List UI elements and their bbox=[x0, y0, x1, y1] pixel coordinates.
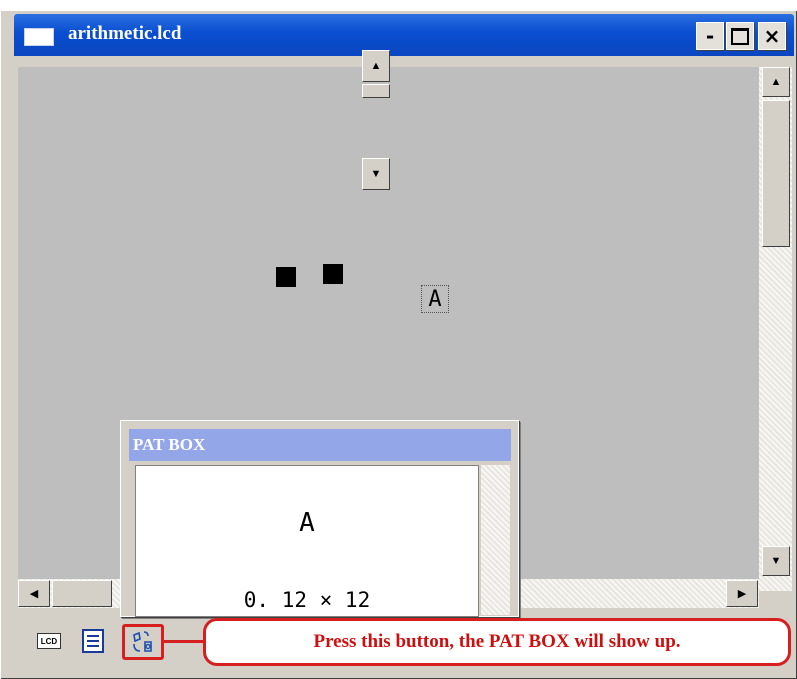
pattern-size-label: 0. 12 × 12 bbox=[243, 588, 371, 612]
pat-box-title[interactable]: PAT BOX bbox=[129, 429, 511, 461]
pat-box-scrollbar[interactable] bbox=[481, 465, 510, 615]
maximize-button[interactable] bbox=[726, 22, 754, 50]
horizontal-scroll-thumb[interactable] bbox=[52, 580, 112, 607]
bottom-toolbar: LCD Press this button, the PAT BOX will … bbox=[18, 612, 794, 676]
scroll-left-icon: ◀ bbox=[29, 588, 39, 600]
pattern-glyph[interactable]: A bbox=[136, 508, 478, 538]
scroll-up-icon: ▲ bbox=[770, 76, 782, 88]
pattern-icon bbox=[133, 631, 152, 652]
scroll-down-button[interactable]: ▼ bbox=[762, 546, 790, 576]
title-bar[interactable]: arithmetic.lcd - × bbox=[14, 14, 794, 56]
lcd-icon: LCD bbox=[37, 633, 61, 649]
pat-box-panel: PAT BOX A 0. 12 × 12 bbox=[120, 420, 519, 617]
pat-box-content[interactable]: A 0. 12 × 12 bbox=[135, 465, 479, 617]
close-button[interactable]: × bbox=[758, 22, 786, 50]
list-view-button[interactable] bbox=[80, 628, 106, 654]
pat-scroll-thumb[interactable] bbox=[362, 84, 390, 98]
minimize-button[interactable]: - bbox=[696, 22, 724, 50]
scroll-up-button[interactable]: ▲ bbox=[762, 67, 790, 97]
scroll-down-icon: ▼ bbox=[770, 555, 782, 567]
selected-glyph[interactable]: A bbox=[421, 285, 449, 313]
maximize-icon bbox=[731, 27, 749, 45]
lcd-view-button[interactable]: LCD bbox=[36, 628, 62, 654]
window-icon bbox=[24, 28, 54, 46]
close-icon: × bbox=[763, 24, 781, 48]
scroll-left-button[interactable]: ◀ bbox=[18, 580, 50, 607]
scroll-right-button[interactable]: ▶ bbox=[726, 580, 758, 607]
pixel-block[interactable] bbox=[276, 267, 296, 287]
pixel-block[interactable] bbox=[323, 264, 343, 284]
minimize-icon: - bbox=[705, 24, 715, 48]
callout-connector bbox=[164, 640, 208, 643]
scroll-right-icon: ▶ bbox=[737, 588, 747, 600]
pat-scroll-up-button[interactable]: ▲ bbox=[362, 50, 390, 82]
instruction-callout: Press this button, the PAT BOX will show… bbox=[203, 618, 791, 666]
vertical-scroll-thumb[interactable] bbox=[762, 100, 790, 247]
pat-scroll-down-button[interactable]: ▼ bbox=[362, 158, 390, 190]
window-title: arithmetic.lcd bbox=[68, 23, 182, 44]
list-icon bbox=[82, 629, 104, 653]
scroll-down-icon: ▼ bbox=[370, 168, 382, 180]
scroll-up-icon: ▲ bbox=[370, 60, 382, 72]
pat-box-button[interactable] bbox=[122, 624, 164, 660]
